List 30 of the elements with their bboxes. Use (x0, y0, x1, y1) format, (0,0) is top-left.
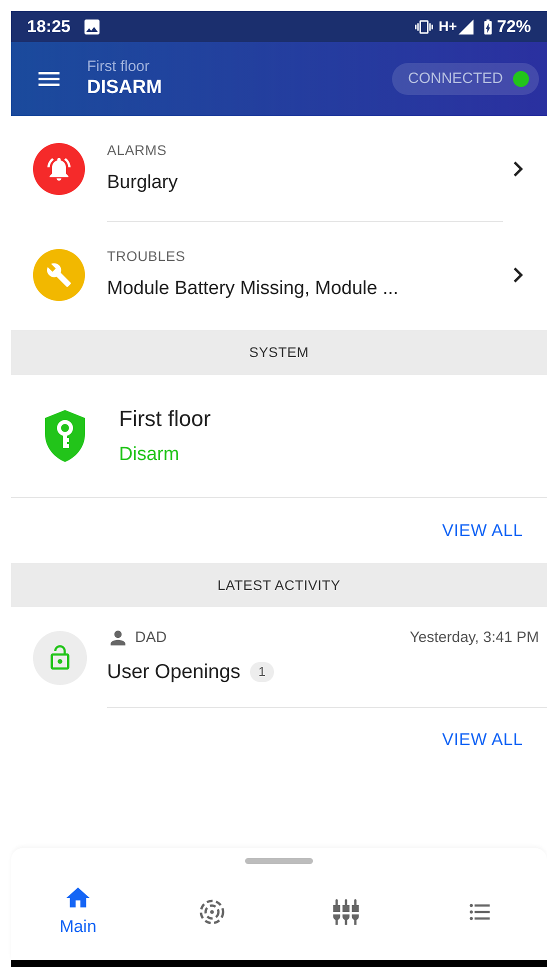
activity-user: DAD (135, 628, 167, 648)
activity-text: User Openings (107, 660, 240, 686)
nav-tab[interactable]: Main (11, 872, 145, 952)
signal-icon (456, 18, 475, 36)
notice-row[interactable]: TROUBLES Module Battery Missing, Module ... (11, 222, 547, 328)
app-bar-title: DISARM (87, 76, 162, 100)
sensor-icon (198, 898, 226, 926)
view-all-link[interactable]: VIEW ALL (442, 518, 523, 544)
notice-text: Module Battery Missing, Module ... (107, 277, 400, 302)
image-icon (82, 16, 102, 36)
vibrate-icon (414, 18, 433, 36)
status-time: 18:25 (27, 16, 70, 38)
connection-status-pill: CONNECTED (392, 63, 539, 95)
activity-time: Yesterday, 3:41 PM (410, 628, 539, 648)
section-header: LATEST ACTIVITY (11, 563, 547, 607)
section-header: SYSTEM (11, 330, 547, 375)
activity-row[interactable]: DAD Yesterday, 3:41 PM User Openings 1 (11, 607, 547, 708)
network-type: H+ (438, 17, 457, 36)
drag-handle[interactable] (245, 858, 313, 864)
notice-text: Burglary (107, 170, 179, 195)
app-bar-subtitle: First floor (87, 58, 151, 76)
system-name: First floor (119, 405, 211, 434)
battery-level: 72% (496, 16, 531, 38)
notice-label: ALARMS (107, 140, 168, 160)
notice-label: TROUBLES (107, 247, 186, 266)
count-badge: 1 (250, 662, 274, 682)
system-state: Disarm (119, 443, 180, 468)
sliders-icon (332, 898, 360, 926)
notice-row[interactable]: ALARMS Burglary (11, 116, 547, 222)
view-all-link[interactable]: VIEW ALL (442, 726, 523, 752)
